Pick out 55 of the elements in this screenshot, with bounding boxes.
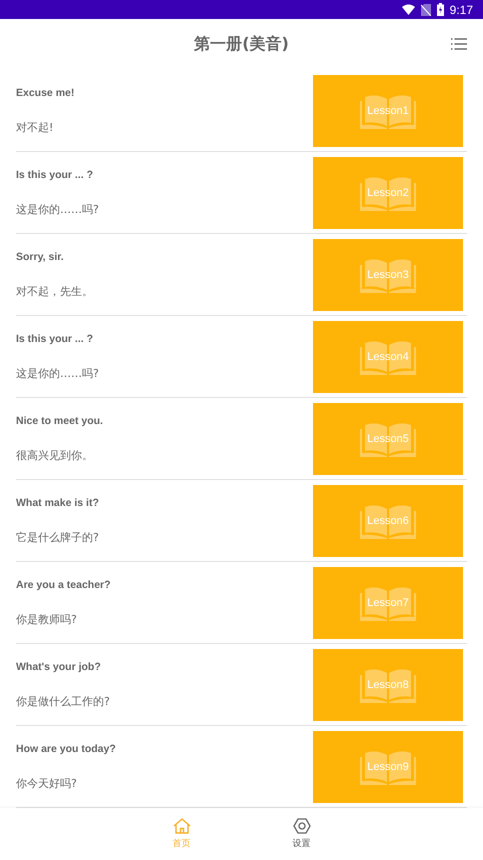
book-icon (360, 502, 416, 538)
book-icon (360, 338, 416, 374)
status-time: 9:17 (450, 2, 473, 16)
lesson-cover[interactable]: Lesson2 (313, 156, 463, 228)
cover-label: Lesson6 (367, 514, 409, 526)
cover-label: Lesson3 (367, 268, 409, 280)
nav-tab[interactable]: 设置 (282, 808, 322, 860)
lesson-title: Sorry, sir. (16, 250, 65, 262)
battery-icon (436, 3, 444, 16)
lesson-title: What make is it? (16, 496, 99, 508)
book-icon (360, 420, 416, 456)
lesson-cover[interactable]: Lesson9 (313, 730, 463, 802)
no-sim-icon (420, 4, 431, 16)
lesson-title: Nice to meet you. (16, 414, 103, 426)
book-icon (360, 174, 416, 210)
lesson-title: How are you today? (16, 742, 116, 754)
book-icon (360, 584, 416, 620)
lesson-translation: 它是什么牌子的? (16, 530, 99, 544)
settings-icon (292, 816, 312, 836)
cover-label: Lesson7 (367, 596, 409, 608)
home-icon (172, 816, 192, 836)
cover-label: Lesson9 (367, 760, 409, 772)
lesson-title: Excuse me! (16, 86, 74, 98)
lesson-title: Are you a teacher? (16, 578, 111, 590)
book-icon (360, 256, 416, 292)
book-icon (360, 92, 416, 128)
book-icon (360, 748, 416, 784)
lesson-translation: 对不起，先生。 (16, 284, 93, 298)
lesson-title: Is this your ... ? (16, 332, 94, 344)
lesson-cover[interactable]: Lesson5 (313, 402, 463, 474)
cover-label: Lesson1 (367, 104, 409, 116)
lesson-translation: 这是你的……吗? (16, 366, 99, 380)
lesson-cover[interactable]: Lesson4 (313, 320, 463, 392)
cover-label: Lesson2 (367, 186, 409, 198)
cover-label: Lesson4 (367, 350, 409, 362)
lesson-cover[interactable]: Lesson6 (313, 484, 463, 556)
lesson-translation: 这是你的……吗? (16, 202, 99, 216)
lesson-translation: 你是做什么工作的? (16, 694, 110, 708)
lesson-title: What's your job? (16, 660, 102, 672)
lesson-cover[interactable]: Lesson8 (313, 648, 463, 720)
lesson-cover[interactable]: Lesson1 (313, 74, 463, 146)
lesson-translation: 你今天好吗? (16, 776, 78, 790)
lesson-title: Is this your ... ? (16, 168, 94, 180)
wifi-icon (402, 4, 415, 15)
lesson-translation: 很高兴见到你。 (16, 448, 94, 462)
nav-tab[interactable]: 首页 (162, 808, 202, 860)
lesson-cover[interactable]: Lesson7 (313, 566, 463, 638)
lesson-translation: 你是教师吗? (16, 612, 78, 626)
cover-label: Lesson8 (367, 678, 409, 690)
page-title: 第一册(美音) (194, 34, 289, 55)
cover-label: Lesson5 (367, 432, 409, 444)
lesson-cover[interactable]: Lesson3 (313, 238, 463, 310)
menu-icon[interactable] (451, 38, 467, 50)
lesson-translation: 对不起! (16, 120, 54, 134)
book-icon (360, 666, 416, 702)
